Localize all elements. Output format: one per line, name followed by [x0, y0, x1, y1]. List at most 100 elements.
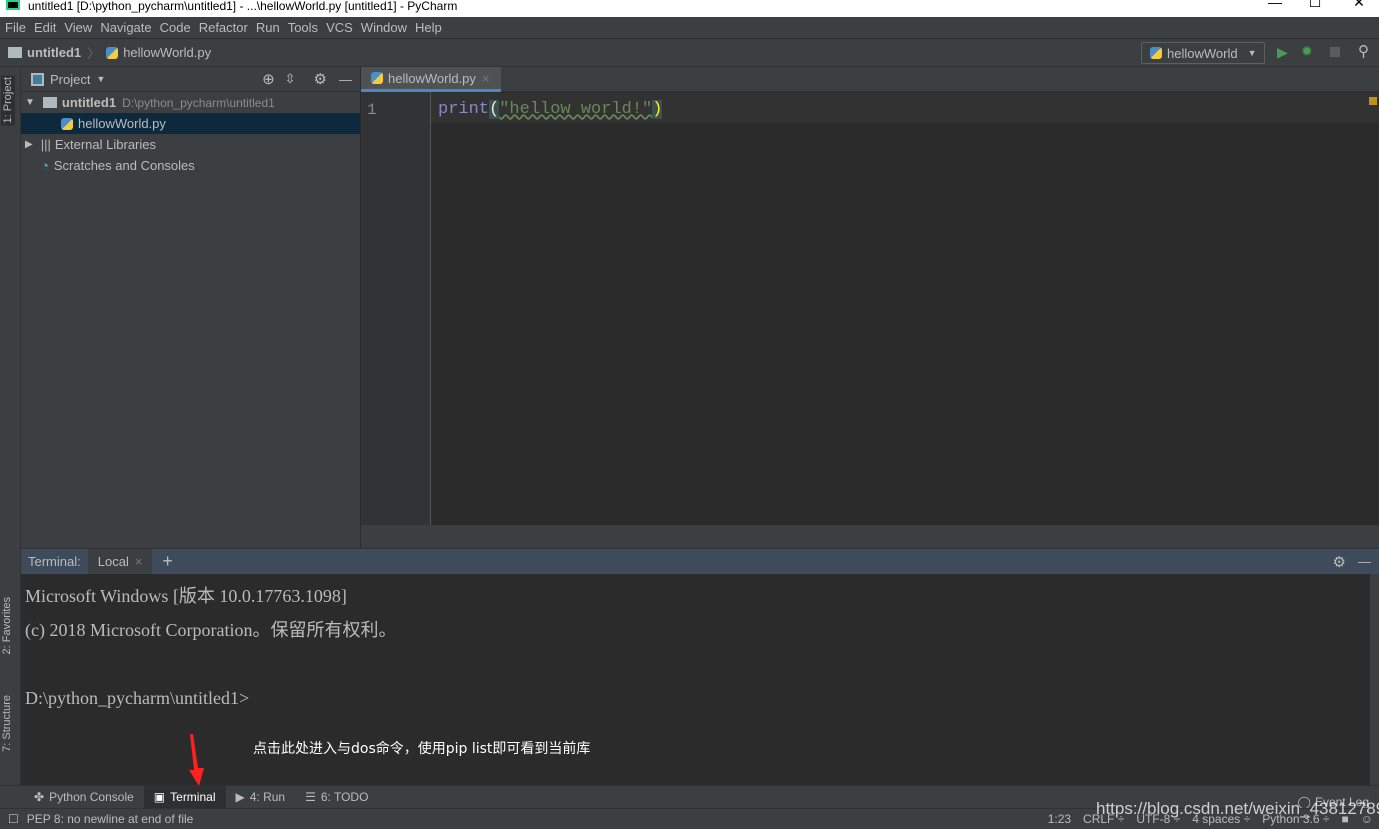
run-config-select[interactable]: hellowWorld ▼ [1141, 42, 1265, 64]
tree-item-untitled1[interactable]: ▼ untitled1 D:\python_pycharm\untitled1 [21, 92, 360, 113]
library-icon: ||| [40, 137, 51, 152]
code-string: "hellow world!" [499, 100, 653, 119]
menu-navigate[interactable]: Navigate [100, 20, 151, 35]
folder-icon [8, 47, 22, 58]
left-tool-stripe: 1: Project 2: Favorites 7: Structure [0, 67, 21, 785]
python-file-icon [371, 72, 383, 84]
locate-icon[interactable]: ⊕ [262, 70, 275, 88]
menu-window[interactable]: Window [361, 20, 407, 35]
collapse-all-icon[interactable]: ⇳ [285, 71, 296, 87]
line-number: 1 [367, 101, 377, 119]
expand-arrow-icon[interactable]: ▼ [25, 97, 35, 108]
menu-tools[interactable]: Tools [288, 20, 318, 35]
chevron-right-icon: 〉 [87, 46, 101, 61]
scratches-icon: ◔ [41, 158, 49, 173]
python-file-icon [61, 117, 73, 130]
tool-todo[interactable]: ☰ 6: TODO [295, 786, 378, 809]
code-builtin: print [438, 100, 490, 119]
project-view-select[interactable]: Project [50, 72, 90, 87]
terminal-line: D:\python_pycharm\untitled1> [25, 688, 250, 708]
tab-project[interactable]: 1: Project [1, 75, 15, 126]
python-icon [1150, 47, 1162, 59]
close-icon[interactable]: × [135, 554, 143, 569]
close-icon[interactable]: × [482, 71, 490, 86]
tree-path: D:\python_pycharm\untitled1 [122, 95, 275, 110]
terminal-output[interactable]: Microsoft Windows [版本 10.0.17763.1098] (… [21, 574, 1370, 785]
terminal-scrollbar[interactable] [1370, 574, 1379, 785]
editor-tabs: hellowWorld.py × [361, 67, 1379, 92]
terminal-header: Terminal: Local × + ⚙ — [21, 548, 1379, 575]
tab-label: hellowWorld.py [388, 70, 476, 86]
menu-run[interactable]: Run [256, 20, 280, 35]
gear-icon[interactable]: ⚙ [1333, 553, 1346, 571]
terminal-line: Microsoft Windows [版本 10.0.17763.1098] [25, 586, 347, 606]
menu-edit[interactable]: Edit [34, 20, 56, 35]
window-title: untitled1 [D:\python_pycharm\untitled1] … [28, 0, 458, 13]
tool-label: 4: Run [249, 790, 286, 804]
stop-icon[interactable] [1330, 47, 1340, 57]
tree-item-external-libraries[interactable]: ▶ ||| External Libraries [21, 134, 360, 155]
editor-tab-hellowworld[interactable]: hellowWorld.py × [361, 67, 501, 92]
tree-label: untitled1 [61, 95, 117, 110]
project-panel: Project ▼ ⊕ ⇳ ⚙ — ▼ untitled1 D:\python_… [21, 67, 361, 548]
breadcrumb-file[interactable]: hellowWorld.py [123, 45, 211, 60]
minimize-button[interactable]: — [1255, 0, 1295, 9]
play-icon[interactable]: ▶ [1277, 44, 1288, 61]
python-icon: ✤ [34, 790, 45, 804]
terminal-line: (c) 2018 Microsoft Corporation。保留所有权利。 [25, 620, 397, 640]
search-icon[interactable]: ⚲ [1358, 42, 1369, 60]
chevron-down-icon: ▼ [1247, 48, 1257, 58]
tree-label: Scratches and Consoles [53, 158, 195, 173]
annotation-text: 点击此处进入与dos命令，使用pip list即可看到当前库 [253, 741, 591, 757]
chevron-down-icon[interactable]: ▼ [96, 74, 105, 84]
caret-position[interactable]: 1:23 [1048, 812, 1071, 826]
tool-label: Terminal [170, 790, 216, 804]
play-icon: ▶ [235, 790, 245, 804]
new-terminal-button[interactable]: + [162, 551, 173, 572]
tab-label: Local [97, 554, 129, 569]
list-icon: ☰ [305, 790, 316, 804]
arrow-shape [189, 734, 204, 786]
menu-vcs[interactable]: VCS [326, 20, 353, 35]
python-file-icon [106, 46, 119, 59]
bug-icon[interactable]: ✹ [1301, 43, 1313, 60]
terminal-tab-local[interactable]: Local × [87, 548, 153, 575]
editor[interactable]: hellowWorld.py × 1 print("hellow world!"… [361, 67, 1379, 525]
menu-help[interactable]: Help [415, 20, 442, 35]
code-paren: ( [489, 100, 500, 119]
maximize-button[interactable]: ☐ [1295, 0, 1335, 9]
tool-run[interactable]: ▶ 4: Run [226, 786, 296, 809]
tool-label: 6: TODO [320, 790, 369, 804]
expand-arrow-icon[interactable]: ▶ [25, 139, 33, 150]
close-button[interactable]: ✕ [1339, 0, 1379, 9]
tree-item-hellowworld[interactable]: hellowWorld.py [21, 113, 360, 134]
tool-terminal[interactable]: ▣ Terminal [143, 785, 226, 809]
run-config-label: hellowWorld [1167, 45, 1238, 61]
title-bar: untitled1 [D:\python_pycharm\untitled1] … [0, 0, 1379, 17]
tool-python-console[interactable]: ✤ Python Console [24, 786, 144, 809]
breadcrumb-project[interactable]: untitled1 [27, 45, 81, 60]
code-line[interactable]: print("hellow world!") [438, 100, 663, 119]
status-message: PEP 8: no newline at end of file [26, 812, 194, 826]
menu-code[interactable]: Code [160, 20, 191, 35]
tab-favorites[interactable]: 2: Favorites [1, 597, 13, 654]
toggle-tool-windows-icon[interactable]: ☐ [8, 812, 19, 826]
project-panel-header: Project ▼ ⊕ ⇳ ⚙ — [21, 67, 360, 92]
annotation-arrow [189, 734, 204, 786]
terminal-icon: ▣ [153, 790, 166, 804]
code-paren: ) [652, 100, 663, 119]
editor-bottom-gap [361, 525, 1379, 548]
gear-icon[interactable]: ⚙ [314, 70, 327, 88]
hide-icon[interactable]: — [339, 72, 352, 87]
tool-label: Python Console [49, 790, 134, 804]
pycharm-logo [6, 0, 20, 10]
menu-refactor[interactable]: Refactor [199, 20, 248, 35]
terminal-label: Terminal: [28, 554, 81, 569]
tab-structure[interactable]: 7: Structure [1, 695, 13, 752]
menu-file[interactable]: File [5, 20, 26, 35]
menu-view[interactable]: View [64, 20, 92, 35]
tree-item-scratches[interactable]: ◔ Scratches and Consoles [21, 155, 360, 176]
hide-icon[interactable]: — [1358, 554, 1371, 569]
warning-marker[interactable] [1369, 97, 1377, 105]
